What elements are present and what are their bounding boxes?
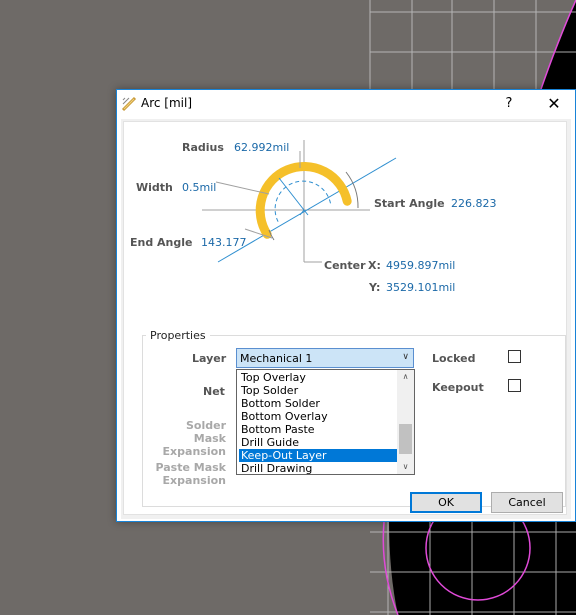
scrollbar-thumb[interactable] bbox=[399, 424, 412, 454]
arc-icon bbox=[121, 96, 137, 112]
keepout-checkbox[interactable] bbox=[508, 379, 521, 392]
keepout-label: Keepout bbox=[432, 381, 484, 394]
paste-mask-expansion-label: Paste Mask Expansion bbox=[152, 461, 226, 487]
layer-dropdown-value: Mechanical 1 bbox=[240, 352, 313, 365]
arc-properties-dialog: Arc [mil] ? ✕ Radius 62.992mil Width 0.5… bbox=[116, 89, 576, 522]
ok-button[interactable]: OK bbox=[410, 492, 482, 513]
chevron-down-icon[interactable]: ∨ bbox=[397, 460, 414, 474]
center-x-label: X: bbox=[368, 259, 381, 272]
paste-mask-label-line-2: Expansion bbox=[162, 474, 226, 487]
center-y-value[interactable]: 3529.101mil bbox=[386, 281, 455, 294]
title-bar[interactable]: Arc [mil] ? ✕ bbox=[117, 90, 575, 118]
layer-option-bottom-paste[interactable]: Bottom Paste bbox=[239, 423, 398, 436]
dialog-client: Radius 62.992mil Width 0.5mil Start Angl… bbox=[121, 119, 571, 519]
end-angle-value[interactable]: 143.177 bbox=[201, 236, 247, 249]
center-label: Center bbox=[324, 259, 366, 272]
radius-value[interactable]: 62.992mil bbox=[234, 141, 289, 154]
layer-label: Layer bbox=[192, 352, 227, 365]
layer-option-bottom-overlay[interactable]: Bottom Overlay bbox=[239, 410, 398, 423]
locked-checkbox[interactable] bbox=[508, 350, 521, 363]
layer-option-drill-guide[interactable]: Drill Guide bbox=[239, 436, 398, 449]
dialog-title: Arc [mil] bbox=[141, 96, 193, 110]
layer-option-drill-drawing[interactable]: Drill Drawing bbox=[239, 462, 398, 474]
width-value[interactable]: 0.5mil bbox=[182, 181, 216, 194]
cancel-button[interactable]: Cancel bbox=[491, 492, 563, 513]
chevron-up-icon[interactable]: ∧ bbox=[397, 370, 414, 384]
chevron-down-icon: ∨ bbox=[402, 352, 409, 362]
layer-option-top-solder[interactable]: Top Solder bbox=[239, 384, 398, 397]
paste-mask-label-line-1: Paste Mask bbox=[155, 461, 226, 474]
end-angle-label: End Angle bbox=[130, 236, 193, 249]
width-leader-line bbox=[215, 181, 270, 195]
properties-legend: Properties bbox=[146, 329, 210, 342]
close-button[interactable]: ✕ bbox=[537, 92, 571, 116]
width-label: Width bbox=[136, 181, 173, 194]
layer-dropdown[interactable]: Mechanical 1 ∨ bbox=[236, 348, 414, 368]
solder-mask-label-line-1: Solder Mask bbox=[185, 419, 226, 445]
solder-mask-expansion-label: Solder Mask Expansion bbox=[152, 419, 226, 458]
layer-option-keep-out-layer[interactable]: Keep-Out Layer bbox=[239, 449, 398, 462]
radius-line bbox=[278, 177, 305, 211]
locked-label: Locked bbox=[432, 352, 476, 365]
help-button[interactable]: ? bbox=[497, 92, 521, 116]
layer-list-scrollbar[interactable]: ∧ ∨ bbox=[397, 370, 414, 474]
center-x-value[interactable]: 4959.897mil bbox=[386, 259, 455, 272]
radius-label: Radius bbox=[182, 141, 224, 154]
layer-option-top-overlay[interactable]: Top Overlay bbox=[239, 371, 398, 384]
solder-mask-label-line-2: Expansion bbox=[162, 445, 226, 458]
net-label: Net bbox=[203, 385, 225, 398]
layer-dropdown-list[interactable]: Top Overlay Top Solder Bottom Solder Bot… bbox=[236, 369, 415, 475]
center-y-label: Y: bbox=[369, 281, 381, 294]
start-angle-label: Start Angle bbox=[374, 197, 445, 210]
dialog-content-panel: Radius 62.992mil Width 0.5mil Start Angl… bbox=[123, 121, 567, 515]
start-angle-value[interactable]: 226.823 bbox=[451, 197, 497, 210]
layer-option-bottom-solder[interactable]: Bottom Solder bbox=[239, 397, 398, 410]
